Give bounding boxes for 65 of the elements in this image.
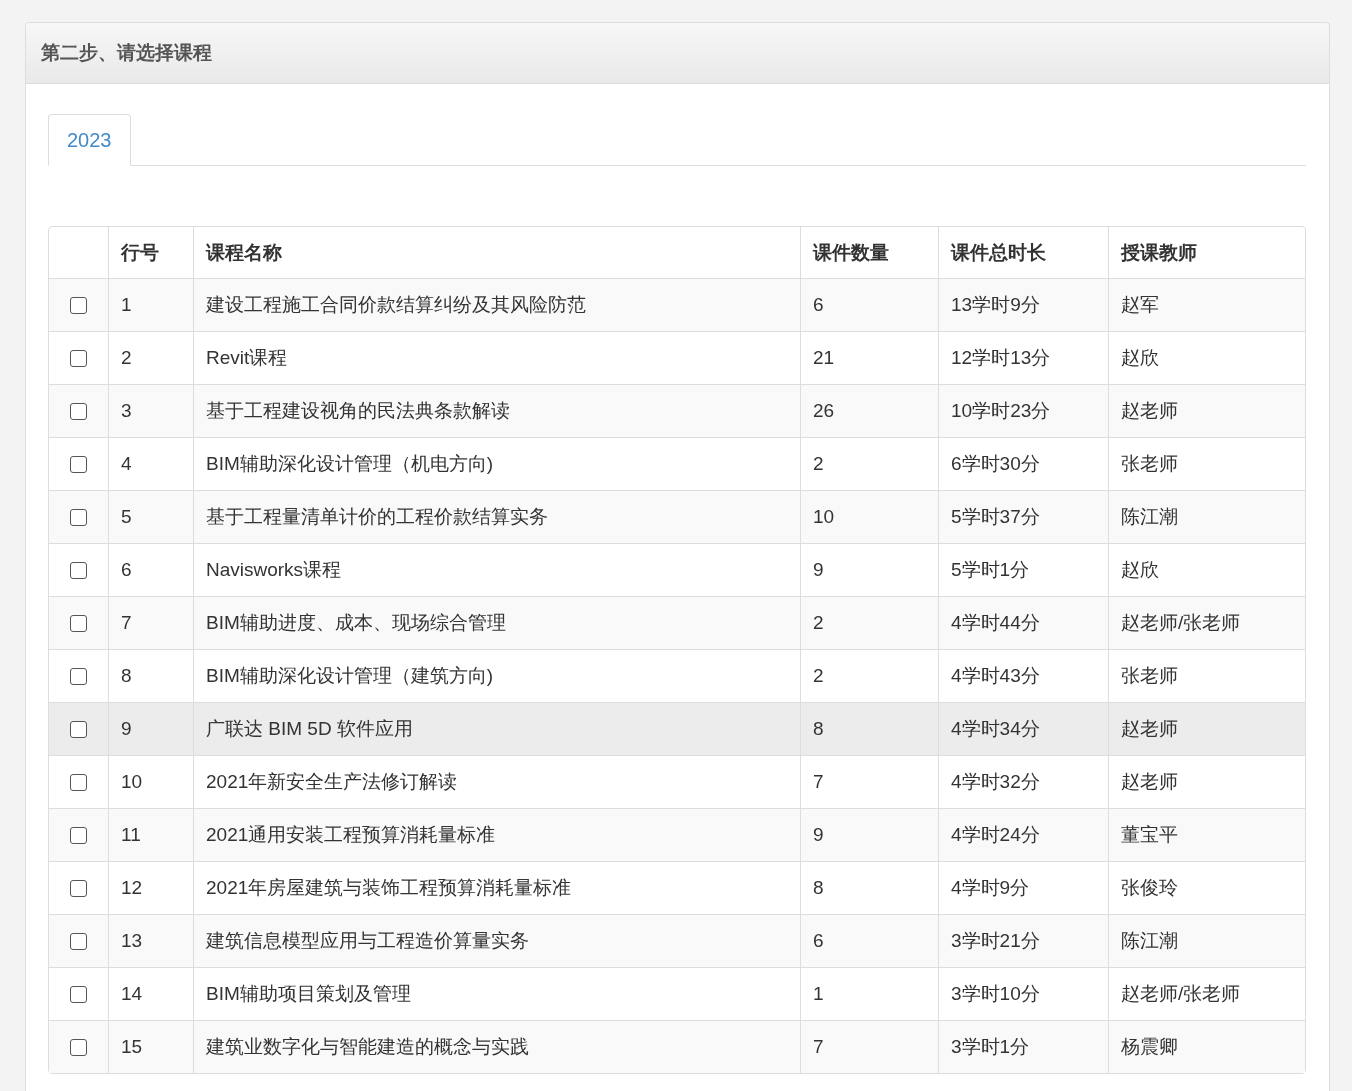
checkbox[interactable] [70, 350, 87, 368]
panel-title: 第二步、请选择课程 [41, 41, 212, 65]
table-cell: 7 [108, 596, 193, 649]
table-cell: 8 [800, 702, 938, 755]
table-cell: 6 [800, 914, 938, 967]
table-row[interactable]: 11 2021通用安装工程预算消耗量标准 9 4学时24分 董宝平 [49, 808, 1305, 861]
checkbox[interactable] [70, 827, 87, 845]
table-cell: 建筑业数字化与智能建造的概念与实践 [193, 1020, 800, 1073]
table-cell: 5 [108, 490, 193, 543]
table-cell: 赵军 [1108, 278, 1305, 331]
table-row[interactable]: 1 建设工程施工合同价款结算纠纷及其风险防范 6 13学时9分 赵军 [49, 278, 1305, 331]
table-cell: 赵老师/张老师 [1108, 596, 1305, 649]
table-cell: 3 [108, 384, 193, 437]
table-cell: 13学时9分 [938, 278, 1108, 331]
table-cell: 陈江潮 [1108, 490, 1305, 543]
table-cell: BIM辅助进度、成本、现场综合管理 [193, 596, 800, 649]
table-cell: 赵老师 [1108, 702, 1305, 755]
table-cell: 10 [800, 490, 938, 543]
checkbox[interactable] [70, 721, 87, 739]
table-cell: 9 [800, 808, 938, 861]
table-cell: 7 [800, 1020, 938, 1073]
checkbox[interactable] [70, 509, 87, 527]
table-cell: 2 [800, 596, 938, 649]
table-cell: 11 [108, 808, 193, 861]
table-cell: 9 [108, 702, 193, 755]
table-cell: 4学时44分 [938, 596, 1108, 649]
checkbox[interactable] [70, 668, 87, 686]
table-cell: 2021通用安装工程预算消耗量标准 [193, 808, 800, 861]
table-cell: 10学时23分 [938, 384, 1108, 437]
checkbox[interactable] [70, 456, 87, 474]
table-cell: 基于工程建设视角的民法典条款解读 [193, 384, 800, 437]
table-cell: 5学时37分 [938, 490, 1108, 543]
table-cell: 13 [108, 914, 193, 967]
table-cell: 杨震卿 [1108, 1020, 1305, 1073]
checkbox[interactable] [70, 562, 87, 580]
table-cell: 15 [108, 1020, 193, 1073]
checkbox[interactable] [70, 774, 87, 792]
table-row[interactable]: 13 建筑信息模型应用与工程造价算量实务 6 3学时21分 陈江潮 [49, 914, 1305, 967]
table-row[interactable]: 15 建筑业数字化与智能建造的概念与实践 7 3学时1分 杨震卿 [49, 1020, 1305, 1073]
table-cell: 6 [800, 278, 938, 331]
table-cell: 建筑信息模型应用与工程造价算量实务 [193, 914, 800, 967]
year-tab[interactable]: 2023 [48, 114, 131, 166]
table-cell: 26 [800, 384, 938, 437]
table-cell: 4学时34分 [938, 702, 1108, 755]
table-cell: 基于工程量清单计价的工程价款结算实务 [193, 490, 800, 543]
table-cell: 赵老师 [1108, 384, 1305, 437]
table-cell: 建设工程施工合同价款结算纠纷及其风险防范 [193, 278, 800, 331]
table-cell: 广联达 BIM 5D 软件应用 [193, 702, 800, 755]
table-cell: 陈江潮 [1108, 914, 1305, 967]
table-cell: 董宝平 [1108, 808, 1305, 861]
checkbox[interactable] [70, 933, 87, 951]
checkbox[interactable] [70, 297, 87, 315]
checkbox[interactable] [70, 986, 87, 1004]
checkbox[interactable] [70, 615, 87, 633]
table-row[interactable]: 5 基于工程量清单计价的工程价款结算实务 10 5学时37分 陈江潮 [49, 490, 1305, 543]
checkbox[interactable] [70, 880, 87, 898]
checkbox[interactable] [70, 403, 87, 421]
table-cell: 4学时24分 [938, 808, 1108, 861]
table-cell: 3学时21分 [938, 914, 1108, 967]
table-row[interactable]: 9 广联达 BIM 5D 软件应用 8 4学时34分 赵老师 [49, 702, 1305, 755]
table-row[interactable]: 3 基于工程建设视角的民法典条款解读 26 10学时23分 赵老师 [49, 384, 1305, 437]
table-cell: 1 [108, 278, 193, 331]
table-cell: 3学时1分 [938, 1020, 1108, 1073]
checkbox[interactable] [70, 1039, 87, 1057]
table-row[interactable]: 7 BIM辅助进度、成本、现场综合管理 2 4学时44分 赵老师/张老师 [49, 596, 1305, 649]
